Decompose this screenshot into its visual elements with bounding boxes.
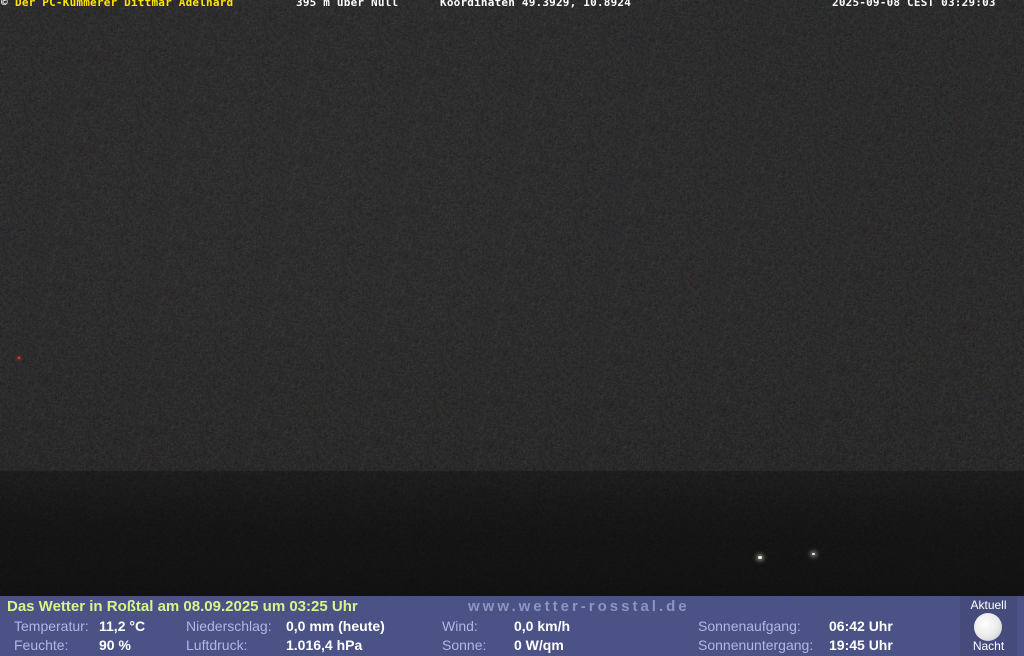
pressure-value: 1.016,4 hPa <box>286 637 363 653</box>
sun-value: 0 W/qm <box>514 637 564 653</box>
wind-label: Wind: <box>442 618 478 634</box>
website-url: www.wetter-rosstal.de <box>468 598 690 615</box>
owner-text: Der PC-Kümmerer Dittmar Adelhard <box>15 0 234 9</box>
precipitation-label: Niederschlag: <box>186 618 272 634</box>
humidity-value: 90 % <box>99 637 131 653</box>
temperature-label: Temperatur: <box>14 618 89 634</box>
moon-phase-box: Aktuell Nacht <box>960 596 1017 656</box>
copyright-symbol: © <box>1 0 8 9</box>
sunset-value: 19:45 Uhr <box>829 637 893 653</box>
coordinates-text: Koordinaten 49.3929, 10.8924 <box>440 0 632 9</box>
webcam-frame: © Der PC-Kümmerer Dittmar Adelhard 395 m… <box>0 0 1024 656</box>
weather-bar: Das Wetter in Roßtal am 08.09.2025 um 03… <box>0 596 1024 656</box>
distant-light <box>758 556 762 559</box>
sunrise-value: 06:42 Uhr <box>829 618 893 634</box>
precipitation-value: 0,0 mm (heute) <box>286 618 385 634</box>
moon-current-label: Aktuell <box>970 598 1007 612</box>
sunset-label: Sonnenuntergang: <box>698 637 814 653</box>
sunrise-label: Sonnenaufgang: <box>698 618 801 634</box>
webcam-overlay-bar: © Der PC-Kümmerer Dittmar Adelhard 395 m… <box>0 0 1024 12</box>
pressure-label: Luftdruck: <box>186 637 248 653</box>
humidity-label: Feuchte: <box>14 637 69 653</box>
sun-label: Sonne: <box>442 637 487 653</box>
red-light <box>18 357 20 359</box>
wind-value: 0,0 km/h <box>514 618 571 634</box>
distant-light <box>812 553 815 555</box>
weather-headline: Das Wetter in Roßtal am 08.09.2025 um 03… <box>7 598 358 615</box>
altitude-text: 395 m über Null <box>296 0 399 9</box>
temperature-value: 11,2 °C <box>99 618 146 634</box>
full-moon-icon <box>974 613 1002 641</box>
webcam-night-image <box>0 0 1024 596</box>
dark-horizon <box>0 470 1024 596</box>
moon-night-label: Nacht <box>972 639 1005 653</box>
timestamp-text: 2025-09-08 CEST 03:29:03 <box>832 0 996 9</box>
